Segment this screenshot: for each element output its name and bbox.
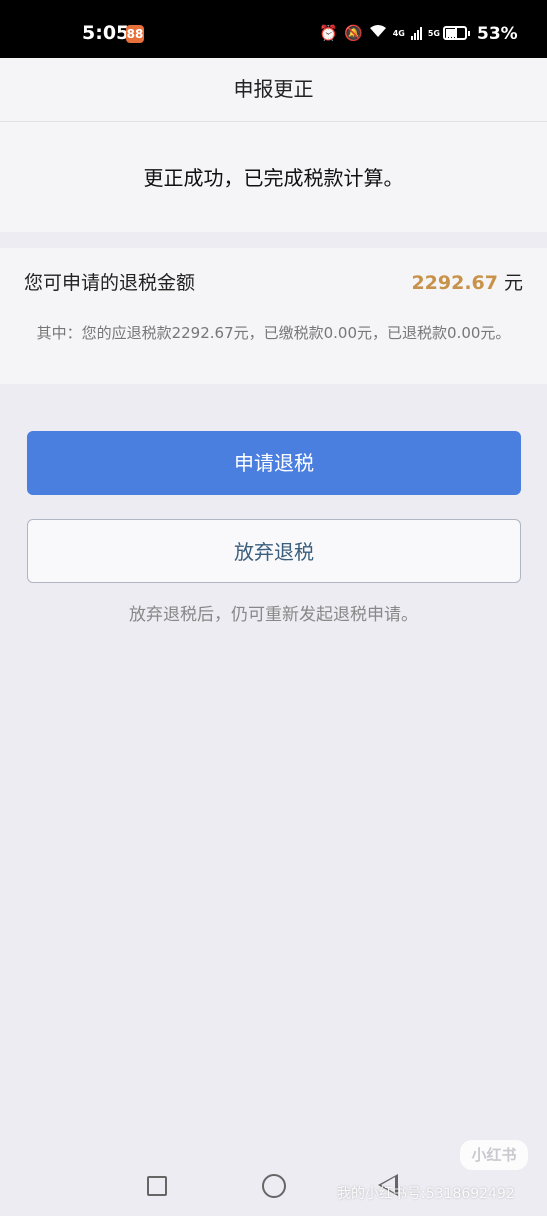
status-time: 5:05	[82, 22, 130, 44]
refund-detail: 其中：您的应退税款2292.67元，已缴税款0.00元，已退税款0.00元。	[36, 324, 511, 342]
wifi-icon	[369, 23, 387, 43]
apply-refund-button[interactable]: 申请退税	[27, 431, 521, 495]
refund-amount-value: 2292.67	[411, 272, 498, 294]
refund-amount-label: 您可申请的退税金额	[24, 272, 196, 294]
page-title: 申报更正	[0, 58, 547, 122]
network-4g-label: 4G	[392, 28, 405, 38]
recents-icon[interactable]	[147, 1176, 167, 1196]
result-panel: 更正成功，已完成税款计算。	[0, 122, 547, 232]
mute-icon: 🔕	[344, 24, 363, 42]
app-notification-icon: 88	[126, 25, 144, 43]
success-message: 更正成功，已完成税款计算。	[143, 166, 404, 190]
battery-percentage: 53%	[477, 24, 518, 44]
status-icons: ⏰ 🔕 4G 5G	[319, 23, 457, 43]
refund-panel: 您可申请的退税金额 2292.67 元 其中：您的应退税款2292.67元，已缴税…	[0, 248, 547, 384]
alarm-icon: ⏰	[319, 24, 339, 42]
refund-amount: 2292.67 元	[411, 268, 523, 295]
network-5g-label: 5G	[427, 28, 440, 38]
refund-amount-unit: 元	[503, 272, 523, 294]
signal-icon	[410, 26, 422, 40]
battery-icon	[443, 26, 470, 40]
watermark-logo: 小红书	[460, 1140, 528, 1170]
abandon-note: 放弃退税后，仍可重新发起退税申请。	[129, 605, 418, 625]
status-bar: 5:05 88 ⏰ 🔕 4G 5G 53%	[0, 0, 547, 58]
home-icon[interactable]	[262, 1174, 286, 1198]
watermark-id: 我的小红书号:5318692492	[337, 1186, 515, 1202]
abandon-refund-button[interactable]: 放弃退税	[27, 519, 521, 583]
